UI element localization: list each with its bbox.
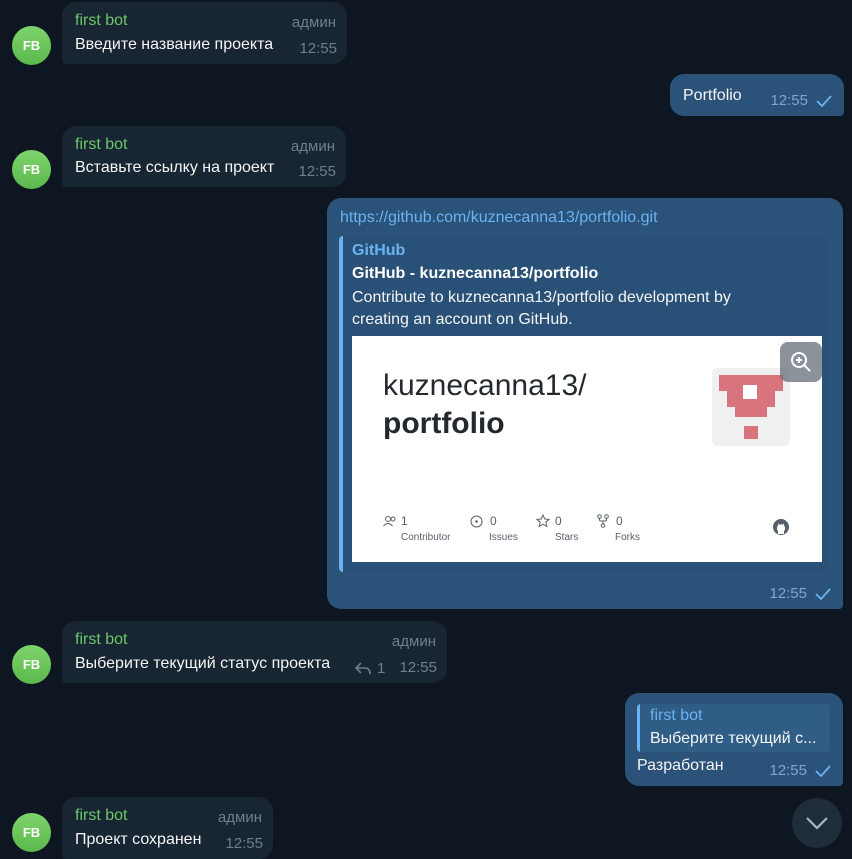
preview-site: GitHub <box>352 242 406 259</box>
stat-value: 0 <box>490 514 497 528</box>
reply-count[interactable]: 1 <box>377 660 385 677</box>
outgoing-link-message: https://github.com/kuznecanna13/portfoli… <box>327 198 843 609</box>
preview-image[interactable]: kuznecanna13/ portfolio 1 Contributor 0 … <box>352 336 822 562</box>
preview-accent-bar <box>339 236 343 572</box>
message-time: 12:55 <box>298 163 336 180</box>
fork-icon <box>597 514 609 528</box>
reply-quote[interactable]: first bot Выберите текущий с... <box>637 704 830 752</box>
sender-role: админ <box>290 138 335 155</box>
message-time: 12:55 <box>399 659 437 676</box>
avatar-initials: FB <box>22 38 41 53</box>
message-time: 12:55 <box>225 835 263 852</box>
message-text: Проект сохранен <box>75 831 202 848</box>
sender-role: админ <box>217 809 262 826</box>
zoom-in-icon <box>791 352 811 372</box>
message-text: Разработан <box>637 757 724 774</box>
github-icon <box>773 519 789 535</box>
message-link[interactable]: https://github.com/kuznecanna13/portfoli… <box>340 209 658 227</box>
message-time: 12:55 <box>770 92 808 109</box>
message-time: 12:55 <box>769 762 807 779</box>
preview-description: Contribute to kuznecanna13/portfolio dev… <box>352 289 731 328</box>
bot-avatar[interactable]: FB <box>12 813 51 852</box>
repo-identicon <box>712 368 790 446</box>
message-text: Вставьте ссылку на проект <box>75 159 275 176</box>
stat-label: Forks <box>615 532 640 543</box>
message-text: Введите название проекта <box>75 36 274 53</box>
reply-text: Выберите текущий с... <box>650 730 817 747</box>
reply-quote-bar <box>637 704 640 752</box>
issues-icon <box>470 515 483 528</box>
sender-name[interactable]: first bot <box>75 807 127 825</box>
incoming-message: first bot админ Проект сохранен 12:55 <box>62 797 273 859</box>
sender-name[interactable]: first bot <box>75 136 127 154</box>
stat-label: Contributor <box>401 532 451 543</box>
reply-icon <box>355 662 371 675</box>
message-time: 12:55 <box>769 585 807 602</box>
sender-role: админ <box>291 14 336 31</box>
sender-role: админ <box>391 633 436 650</box>
incoming-message: first bot админ Вставьте ссылку на проек… <box>62 126 346 187</box>
avatar-initials: FB <box>22 825 41 840</box>
sender-name[interactable]: first bot <box>75 12 127 30</box>
avatar-initials: FB <box>22 162 41 177</box>
stat-label: Issues <box>489 532 518 543</box>
bot-avatar[interactable]: FB <box>12 150 51 189</box>
contributors-icon <box>383 516 396 527</box>
zoom-button[interactable] <box>780 342 822 382</box>
card-repo: portfolio <box>383 407 505 440</box>
check-icon <box>815 588 831 600</box>
stat-value: 1 <box>401 514 408 528</box>
incoming-message: first bot админ Выберите текущий статус … <box>62 621 447 683</box>
message-text: Portfolio <box>683 87 742 104</box>
card-owner: kuznecanna13/ <box>383 369 587 402</box>
sender-name[interactable]: first bot <box>75 631 127 649</box>
chevron-down-icon <box>806 817 828 830</box>
stat-value: 0 <box>555 514 562 528</box>
reply-sender: first bot <box>650 707 703 724</box>
preview-title: GitHub - kuznecanna13/portfolio <box>352 265 599 282</box>
scroll-down-button[interactable] <box>792 798 842 848</box>
bot-avatar[interactable]: FB <box>12 26 51 65</box>
incoming-message: first bot админ Введите название проекта… <box>62 2 347 64</box>
message-text: Выберите текущий статус проекта <box>75 655 331 672</box>
message-time: 12:55 <box>299 40 337 57</box>
link-preview[interactable]: GitHub GitHub - kuznecanna13/portfolio C… <box>339 236 827 572</box>
star-icon <box>536 514 550 528</box>
stat-value: 0 <box>616 514 623 528</box>
check-icon <box>815 765 831 777</box>
outgoing-message: Portfolio 12:55 <box>670 74 844 116</box>
bot-avatar[interactable]: FB <box>12 645 51 684</box>
avatar-initials: FB <box>22 657 41 672</box>
check-icon <box>816 95 832 107</box>
outgoing-reply-message: first bot Выберите текущий с... Разработ… <box>625 693 843 786</box>
stat-label: Stars <box>555 532 579 543</box>
